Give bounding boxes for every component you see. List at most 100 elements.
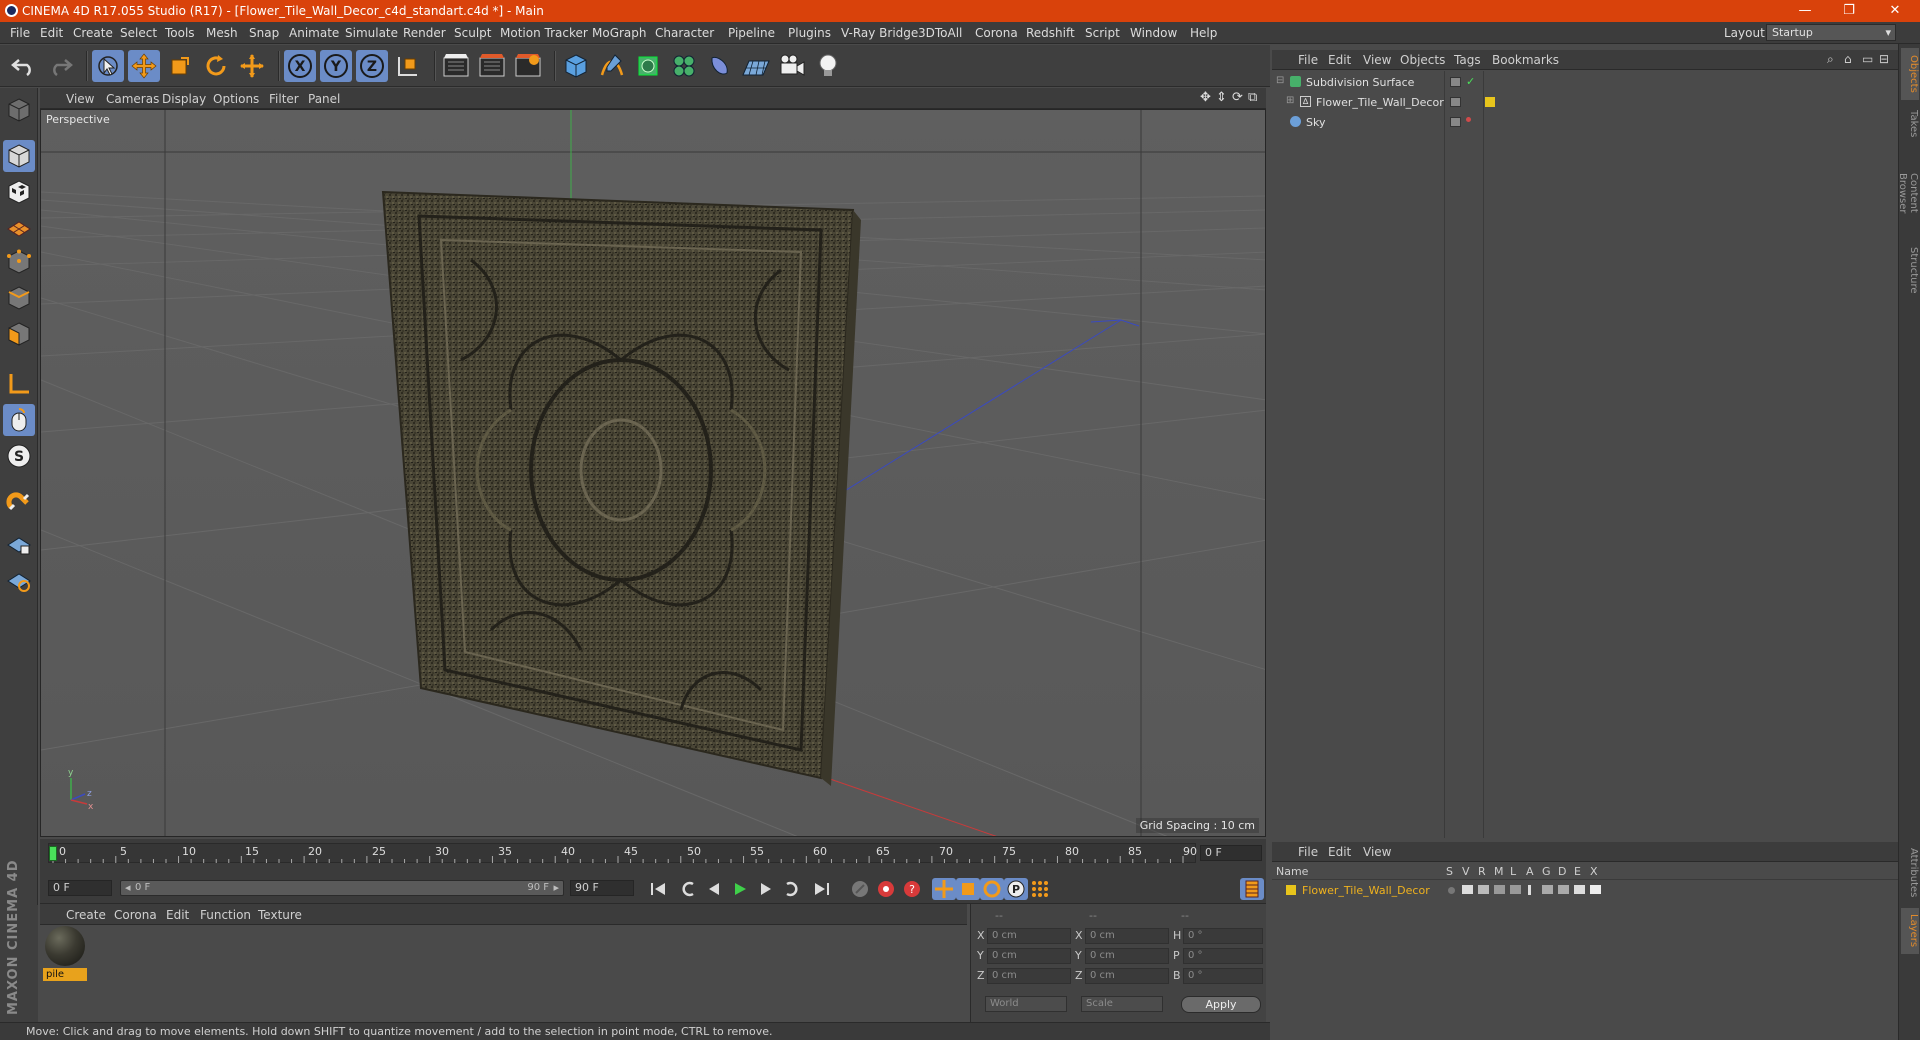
viewport-menu-view[interactable]: View bbox=[66, 92, 94, 106]
layer-animation-toggle-icon[interactable] bbox=[1528, 885, 1531, 895]
viewport-maximize-icon[interactable]: ⧉ bbox=[1248, 90, 1257, 105]
timeline-ruler[interactable]: 0 5 10 15 20 25 30 35 40 45 50 55 60 65 … bbox=[40, 839, 1266, 871]
redo-icon[interactable] bbox=[44, 50, 76, 82]
menu-redshift[interactable]: Redshift bbox=[1026, 26, 1075, 40]
objects-menu-bookmarks[interactable]: Bookmarks bbox=[1492, 53, 1559, 67]
visibility-dots-icon[interactable] bbox=[1450, 97, 1461, 107]
collapse-toggle-icon[interactable]: ⊟ bbox=[1276, 75, 1284, 86]
size-x-field[interactable]: 0 cm bbox=[1085, 928, 1169, 944]
layer-deformers-toggle-icon[interactable] bbox=[1558, 885, 1569, 894]
layer-col-render[interactable]: R bbox=[1478, 865, 1486, 878]
next-frame-icon[interactable] bbox=[754, 878, 778, 900]
last-tool-icon[interactable] bbox=[236, 50, 268, 82]
light-icon[interactable] bbox=[812, 50, 844, 82]
expand-toggle-icon[interactable]: ⊞ bbox=[1286, 95, 1294, 106]
menu-render[interactable]: Render bbox=[403, 26, 446, 40]
cube-primitive-icon[interactable] bbox=[560, 50, 592, 82]
layer-col-animation[interactable]: A bbox=[1526, 865, 1534, 878]
menu-edit[interactable]: Edit bbox=[40, 26, 63, 40]
menu-vray-bridge[interactable]: V-Ray Bridge bbox=[841, 26, 918, 40]
render-to-picture-viewer-icon[interactable] bbox=[476, 50, 508, 82]
previous-frame-icon[interactable] bbox=[702, 878, 726, 900]
panel-maximize-icon[interactable]: ⊟ bbox=[1879, 52, 1889, 66]
viewport-menu-options[interactable]: Options bbox=[213, 92, 259, 106]
autokeying-icon[interactable]: ? bbox=[900, 878, 924, 900]
rotation-p-field[interactable]: 0 ° bbox=[1183, 948, 1263, 964]
y-axis-lock-icon[interactable]: Y bbox=[320, 50, 352, 82]
viewport-dolly-icon[interactable]: ⇕ bbox=[1216, 90, 1227, 105]
key-position-icon[interactable] bbox=[932, 878, 956, 900]
key-point-level-icon[interactable] bbox=[1028, 878, 1052, 900]
layer-col-manager[interactable]: M bbox=[1494, 865, 1504, 878]
close-button[interactable]: ✕ bbox=[1880, 2, 1910, 20]
make-editable-icon[interactable] bbox=[3, 94, 35, 126]
menu-sculpt[interactable]: Sculpt bbox=[454, 26, 491, 40]
viewport-rotate-icon[interactable]: ⟳ bbox=[1232, 90, 1243, 105]
rotate-tool-icon[interactable] bbox=[200, 50, 232, 82]
position-z-field[interactable]: 0 cm bbox=[987, 968, 1071, 984]
minimize-button[interactable]: — bbox=[1790, 2, 1820, 20]
layer-menu-edit[interactable]: Edit bbox=[1328, 845, 1351, 859]
rotation-b-field[interactable]: 0 ° bbox=[1183, 968, 1263, 984]
timeline-track[interactable]: 0 5 10 15 20 25 30 35 40 45 50 55 60 65 … bbox=[48, 843, 1197, 863]
floor-icon[interactable] bbox=[740, 50, 772, 82]
objects-menu-tags[interactable]: Tags bbox=[1454, 53, 1481, 67]
viewport-menu-panel[interactable]: Panel bbox=[308, 92, 340, 106]
render-view-icon[interactable] bbox=[440, 50, 472, 82]
viewport-menu-cameras[interactable]: Cameras bbox=[106, 92, 159, 106]
workplane-mode-icon[interactable] bbox=[3, 210, 35, 242]
move-tool-icon[interactable] bbox=[128, 50, 160, 82]
record-keys-disabled-icon[interactable] bbox=[848, 878, 872, 900]
layer-render-toggle-icon[interactable] bbox=[1478, 885, 1489, 894]
menu-corona[interactable]: Corona bbox=[975, 26, 1018, 40]
material-menu-corona[interactable]: Corona bbox=[114, 908, 157, 922]
menu-select[interactable]: Select bbox=[120, 26, 157, 40]
objects-list[interactable]: ⊟ Subdivision Surface ✓ ⊞ ∆ Flower_Tile_… bbox=[1272, 71, 1898, 838]
layer-menu-file[interactable]: File bbox=[1298, 845, 1318, 859]
layer-col-view[interactable]: V bbox=[1462, 865, 1470, 878]
deformer-icon[interactable] bbox=[704, 50, 736, 82]
layer-expressions-toggle-icon[interactable] bbox=[1574, 885, 1585, 894]
home-icon[interactable]: ⌂ bbox=[1844, 52, 1852, 66]
objects-menu-file[interactable]: File bbox=[1298, 53, 1318, 67]
timeline-playhead[interactable] bbox=[49, 846, 57, 861]
render-settings-icon[interactable] bbox=[512, 50, 544, 82]
object-row-sky[interactable]: Sky bbox=[1272, 113, 1898, 133]
current-frame-field[interactable]: 0 F bbox=[1200, 845, 1262, 861]
layer-color-swatch[interactable] bbox=[1286, 885, 1296, 895]
layer-xref-toggle-icon[interactable] bbox=[1590, 885, 1601, 894]
menu-mesh[interactable]: Mesh bbox=[206, 26, 238, 40]
viewport-move-icon[interactable]: ✥ bbox=[1200, 90, 1211, 105]
next-key-icon[interactable] bbox=[780, 878, 804, 900]
snap-icon[interactable]: S bbox=[3, 440, 35, 472]
subdivision-surface-icon[interactable] bbox=[632, 50, 664, 82]
viewport-menu-display[interactable]: Display bbox=[162, 92, 206, 106]
coordinate-system-select[interactable]: World bbox=[985, 996, 1067, 1012]
menu-pipeline[interactable]: Pipeline bbox=[728, 26, 775, 40]
layer-generators-toggle-icon[interactable] bbox=[1542, 885, 1553, 894]
position-x-field[interactable]: 0 cm bbox=[987, 928, 1071, 944]
tab-takes[interactable]: Takes bbox=[1901, 104, 1919, 144]
spline-pen-icon[interactable] bbox=[596, 50, 628, 82]
menu-file[interactable]: File bbox=[10, 26, 30, 40]
play-forward-icon[interactable] bbox=[728, 878, 752, 900]
cloner-icon[interactable] bbox=[668, 50, 700, 82]
menu-mograph[interactable]: MoGraph bbox=[592, 26, 647, 40]
visibility-dots-icon[interactable] bbox=[1450, 117, 1461, 127]
menu-motion-tracker[interactable]: Motion Tracker bbox=[500, 26, 588, 40]
polygons-mode-icon[interactable] bbox=[3, 318, 35, 350]
rotation-h-field[interactable]: 0 ° bbox=[1183, 928, 1263, 944]
layer-name[interactable]: Flower_Tile_Wall_Decor bbox=[1302, 884, 1430, 897]
size-mode-select[interactable]: Scale bbox=[1081, 996, 1163, 1012]
layer-solo-toggle[interactable] bbox=[1448, 887, 1455, 894]
layer-color-tag-icon[interactable] bbox=[1485, 97, 1495, 107]
object-row-subdivision-surface[interactable]: ⊟ Subdivision Surface ✓ bbox=[1272, 73, 1898, 93]
go-to-start-icon[interactable] bbox=[646, 878, 670, 900]
objects-menu-view[interactable]: View bbox=[1363, 53, 1391, 67]
object-name[interactable]: Flower_Tile_Wall_Decor bbox=[1316, 96, 1444, 109]
tab-layers[interactable]: Layers bbox=[1901, 908, 1919, 954]
start-frame-field[interactable]: 0 F bbox=[48, 880, 112, 896]
layer-col-deformers[interactable]: D bbox=[1558, 865, 1566, 878]
tab-structure[interactable]: Structure bbox=[1901, 242, 1919, 298]
render-dot-icon[interactable] bbox=[1466, 117, 1471, 122]
